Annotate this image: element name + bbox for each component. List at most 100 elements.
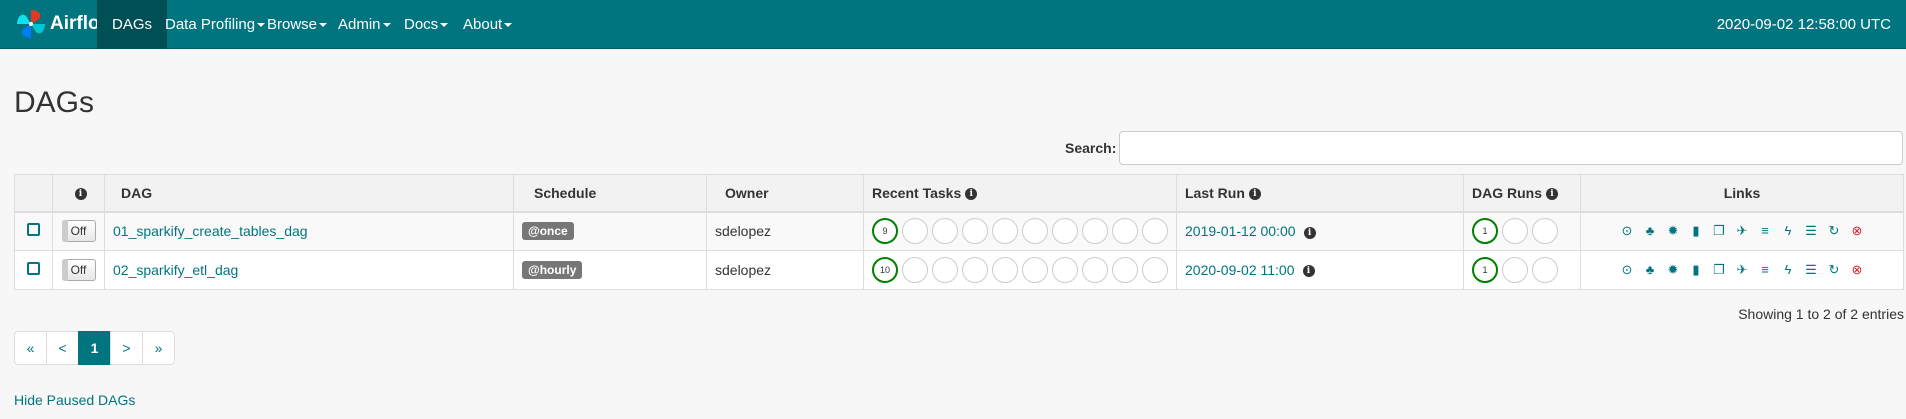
delete-icon[interactable]: ⊗: [1850, 224, 1864, 238]
delete-icon[interactable]: ⊗: [1850, 263, 1864, 277]
bar-chart-icon[interactable]: ▮: [1689, 224, 1703, 238]
plane-icon[interactable]: ✈: [1735, 224, 1749, 238]
edit-icon[interactable]: [27, 262, 40, 275]
bar-chart-icon[interactable]: ▮: [1689, 263, 1703, 277]
task-state-circle[interactable]: [1022, 218, 1048, 245]
task-state-circle[interactable]: [902, 218, 928, 245]
dag-runs-cell: 1: [1463, 211, 1581, 251]
task-state-circle[interactable]: [1052, 257, 1078, 283]
nav-admin-label: Admin: [338, 16, 381, 33]
files-icon[interactable]: ❐: [1712, 263, 1726, 277]
task-state-circle[interactable]: [992, 257, 1018, 283]
tree-icon[interactable]: ♣: [1643, 224, 1657, 238]
task-state-circle[interactable]: [1112, 218, 1138, 245]
task-state-circle[interactable]: [932, 218, 958, 245]
last-run-cell: 2019-01-12 00:00 i: [1176, 211, 1464, 251]
header-dag-runs-label: DAG Runs: [1472, 184, 1542, 201]
last-run-link[interactable]: 2019-01-12 00:00: [1185, 223, 1296, 239]
header-dag[interactable]: DAG: [104, 174, 514, 213]
info-icon: i: [74, 188, 87, 201]
dag-run-circle[interactable]: [1532, 257, 1558, 283]
caret-down-icon: [440, 23, 449, 28]
play-circle-icon[interactable]: ⊙: [1620, 224, 1634, 238]
dag-run-success[interactable]: 1: [1472, 257, 1498, 283]
nav-about[interactable]: About: [448, 0, 527, 49]
edit-cell: [14, 250, 53, 290]
gantt-icon[interactable]: ≡: [1758, 263, 1772, 277]
task-state-circle[interactable]: [1142, 218, 1168, 245]
pause-toggle[interactable]: Off: [61, 220, 96, 243]
nav-data-profiling-label: Data Profiling: [165, 16, 256, 33]
top-navbar: Airflow DAGs Data Profiling Browse Admin…: [0, 0, 1906, 49]
schedule-badge: @hourly: [522, 261, 583, 279]
task-state-circle[interactable]: [962, 218, 988, 245]
task-state-circle[interactable]: [932, 257, 958, 283]
task-state-success[interactable]: 10: [872, 257, 898, 283]
graph-icon[interactable]: ✹: [1666, 224, 1680, 238]
table-header-row: i DAG Schedule Owner Recent Tasks i Last …: [14, 174, 1904, 213]
header-schedule[interactable]: Schedule: [513, 174, 707, 213]
list-icon[interactable]: ☰: [1804, 263, 1818, 277]
task-state-circle[interactable]: [1142, 257, 1168, 283]
entries-info: Showing 1 to 2 of 2 entries: [1738, 306, 1904, 322]
header-recent-tasks: Recent Tasks i: [863, 174, 1177, 213]
refresh-icon[interactable]: ↻: [1827, 263, 1841, 277]
list-icon[interactable]: ☰: [1804, 224, 1818, 238]
pager-first[interactable]: «: [14, 331, 47, 365]
recent-tasks-cell: 9: [863, 211, 1177, 251]
flash-icon[interactable]: ϟ: [1781, 224, 1795, 238]
dag-run-success[interactable]: 1: [1472, 218, 1498, 245]
hide-paused-dags-link[interactable]: Hide Paused DAGs: [14, 392, 135, 408]
task-state-success[interactable]: 9: [872, 218, 898, 245]
info-icon[interactable]: i: [1302, 265, 1315, 278]
dag-cell: 01_sparkify_create_tables_dag: [104, 211, 514, 251]
task-state-circle[interactable]: [1052, 218, 1078, 245]
info-icon: i: [965, 188, 978, 201]
dag-link[interactable]: 02_sparkify_etl_dag: [113, 262, 238, 278]
links-cell: ⊙ ♣ ✹ ▮ ❐ ✈ ≡ ϟ ☰ ↻ ⊗: [1580, 250, 1904, 290]
header-last-run-label: Last Run: [1185, 184, 1245, 201]
edit-icon[interactable]: [27, 223, 40, 237]
last-run-cell: 2020-09-02 11:00 i: [1176, 250, 1464, 290]
task-state-circle[interactable]: [1022, 257, 1048, 283]
dag-run-circle[interactable]: [1532, 218, 1558, 245]
task-state-circle[interactable]: [1112, 257, 1138, 283]
toggle-cell: Off: [52, 211, 105, 251]
nav-docs-label: Docs: [404, 16, 439, 33]
files-icon[interactable]: ❐: [1712, 224, 1726, 238]
airflow-pinwheel-icon: [17, 10, 45, 38]
plane-icon[interactable]: ✈: [1735, 263, 1749, 277]
last-run-link[interactable]: 2020-09-02 11:00: [1185, 262, 1295, 278]
header-info: i: [52, 174, 105, 213]
owner-cell: sdelopez: [706, 211, 864, 251]
table-row: Off 02_sparkify_etl_dag @hourly sdelopez…: [14, 250, 1904, 290]
pager-last[interactable]: »: [142, 331, 175, 365]
pause-toggle[interactable]: Off: [61, 259, 96, 281]
task-state-circle[interactable]: [1082, 218, 1108, 245]
dag-run-circle[interactable]: [1502, 257, 1528, 283]
task-state-circle[interactable]: [902, 257, 928, 283]
info-icon[interactable]: i: [1303, 226, 1316, 239]
pager-current[interactable]: 1: [78, 331, 111, 365]
task-state-circle[interactable]: [1082, 257, 1108, 283]
header-recent-tasks-label: Recent Tasks: [872, 184, 962, 201]
graph-icon[interactable]: ✹: [1666, 263, 1680, 277]
flash-icon[interactable]: ϟ: [1781, 263, 1795, 277]
dag-run-circle[interactable]: [1502, 218, 1528, 245]
gantt-icon[interactable]: ≡: [1758, 224, 1772, 238]
pager-prev[interactable]: <: [46, 331, 79, 365]
search-input[interactable]: [1119, 131, 1903, 165]
table-row: Off 01_sparkify_create_tables_dag @once …: [14, 211, 1904, 251]
task-state-circle[interactable]: [992, 218, 1018, 245]
header-owner[interactable]: Owner: [706, 174, 864, 213]
info-icon: i: [1248, 188, 1261, 201]
edit-cell: [14, 211, 53, 251]
pager-next[interactable]: >: [110, 331, 143, 365]
header-dag-runs: DAG Runs i: [1463, 174, 1581, 213]
nav-dags-label: DAGs: [112, 16, 153, 33]
task-state-circle[interactable]: [962, 257, 988, 283]
play-circle-icon[interactable]: ⊙: [1620, 263, 1634, 277]
dag-link[interactable]: 01_sparkify_create_tables_dag: [113, 223, 308, 239]
refresh-icon[interactable]: ↻: [1827, 224, 1841, 238]
tree-icon[interactable]: ♣: [1643, 263, 1657, 277]
